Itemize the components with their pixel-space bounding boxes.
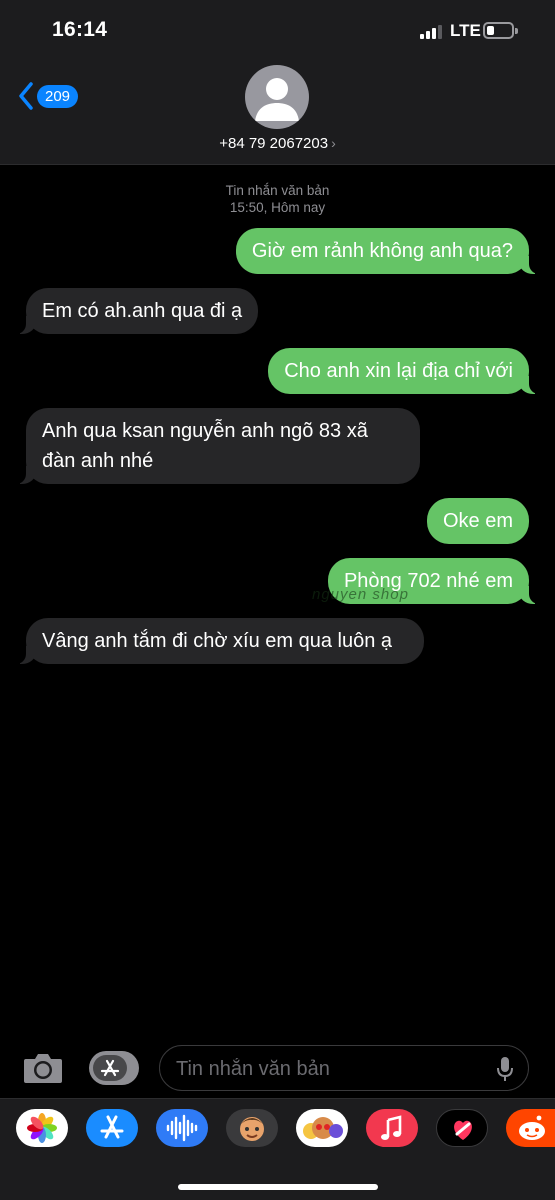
digital-touch-heart-icon <box>454 1120 472 1140</box>
outgoing-message-bubble[interactable]: Giờ em rảnh không anh qua? <box>235 228 540 274</box>
watermark-text: nguyen shop <box>312 586 409 603</box>
chevron-left-icon <box>19 82 33 110</box>
memoji-icon <box>240 1117 264 1141</box>
animoji-stickers-app[interactable] <box>296 1109 348 1147</box>
reddit-icon <box>519 1115 545 1140</box>
chevron-right-icon: › <box>331 135 336 151</box>
battery-icon <box>483 22 518 39</box>
digital-touch-app[interactable] <box>436 1109 488 1147</box>
back-button[interactable]: 209 <box>18 82 79 110</box>
app-store-icon <box>100 1115 124 1139</box>
cellular-signal-icon <box>420 23 442 39</box>
music-note-icon <box>381 1115 402 1140</box>
incoming-message-bubble[interactable]: Vâng anh tắm đi chờ xíu em qua luôn ạ <box>16 618 424 664</box>
message-text: Em có ah.anh qua đi ạ <box>42 300 243 322</box>
home-indicator[interactable] <box>178 1184 378 1190</box>
apps-button[interactable] <box>89 1051 139 1085</box>
message-timestamp: Tin nhắn văn bản 15:50, Hôm nay <box>0 182 555 216</box>
network-type: LTE <box>450 21 481 40</box>
animoji-stickers-icon <box>303 1117 343 1139</box>
message-input[interactable] <box>176 1055 476 1083</box>
contact-avatar[interactable] <box>245 65 309 129</box>
message-text: Giờ em rảnh không anh qua? <box>251 240 513 262</box>
message-time-label: 15:50, Hôm nay <box>229 200 326 215</box>
message-text: Cho anh xin lại địa chỉ với <box>284 360 513 382</box>
audio-message-app[interactable] <box>156 1109 208 1147</box>
person-icon <box>255 78 299 121</box>
audio-waveform-icon <box>166 1114 198 1142</box>
message-text: Vâng anh tắm đi chờ xíu em qua luôn ạ <box>42 630 392 652</box>
outgoing-message-bubble[interactable]: Cho anh xin lại địa chỉ với <box>268 348 539 394</box>
app-store-icon <box>100 1059 120 1077</box>
photos-app[interactable] <box>16 1109 68 1147</box>
message-type-label: Tin nhắn văn bản <box>225 183 330 198</box>
conversation-header: 16:14 LTE 209 +84 79 2067203 › <box>0 0 555 165</box>
incoming-message-bubble[interactable]: Em có ah.anh qua đi ạ <box>15 288 259 334</box>
outgoing-message-bubble[interactable]: Oke em <box>426 498 529 544</box>
memoji-app[interactable] <box>226 1109 278 1147</box>
message-input-box[interactable] <box>159 1045 529 1091</box>
microphone-icon[interactable] <box>496 1056 514 1082</box>
unread-count-badge: 209 <box>37 84 79 108</box>
app-store-app[interactable] <box>86 1109 138 1147</box>
music-app[interactable] <box>366 1109 418 1147</box>
status-bar: 16:14 LTE <box>0 0 555 60</box>
photos-icon <box>27 1113 57 1143</box>
message-text: Oke em <box>442 510 513 532</box>
message-text: Anh qua ksan nguyễn anh ngõ 83 xã đàn an… <box>42 420 368 472</box>
camera-button[interactable] <box>22 1050 64 1086</box>
camera-icon <box>24 1054 62 1083</box>
incoming-message-bubble[interactable]: Anh qua ksan nguyễn anh ngõ 83 xã đàn an… <box>16 408 420 484</box>
contact-name-row[interactable]: +84 79 2067203 › <box>0 135 555 152</box>
reddit-app[interactable] <box>506 1109 555 1147</box>
status-time: 16:14 <box>52 18 108 41</box>
contact-name: +84 79 2067203 <box>219 135 329 152</box>
